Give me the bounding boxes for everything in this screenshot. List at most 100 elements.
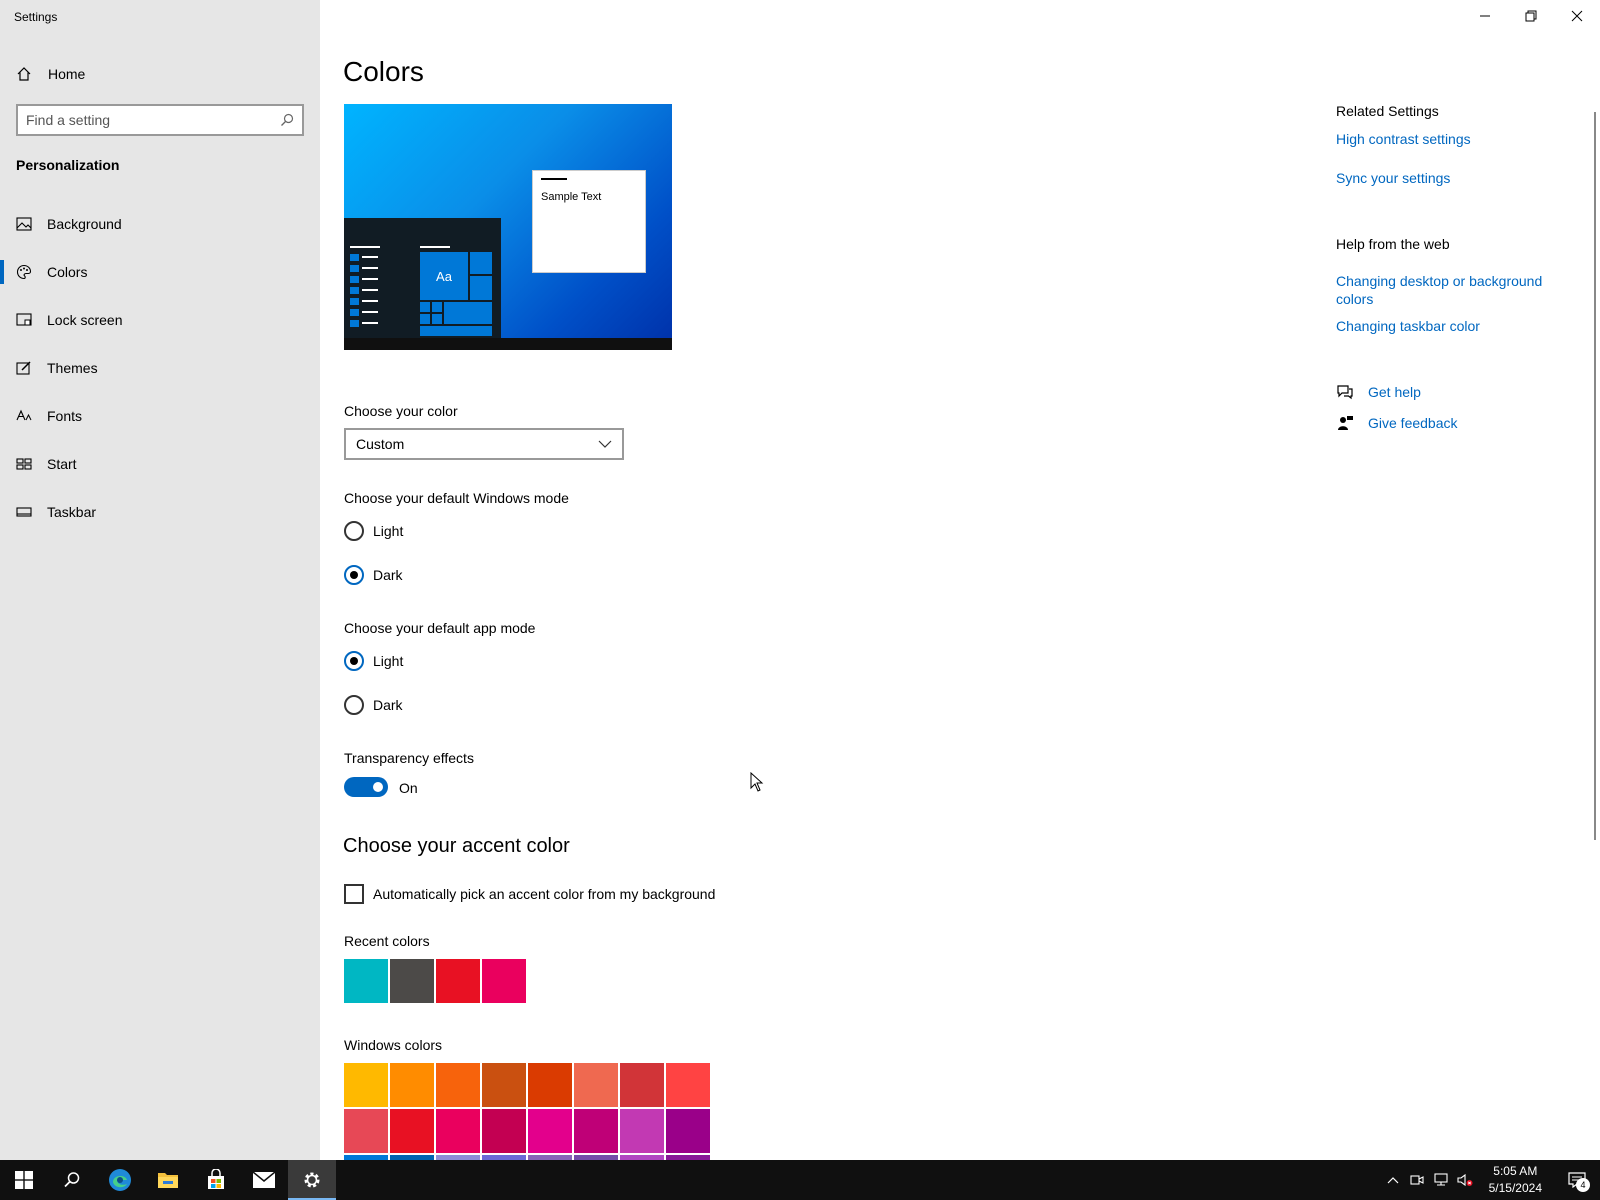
windows-color-swatch[interactable] bbox=[390, 1109, 434, 1153]
windows-color-swatch[interactable] bbox=[666, 1109, 710, 1153]
windows-colors-label: Windows colors bbox=[344, 1037, 443, 1053]
start-button[interactable] bbox=[0, 1160, 48, 1200]
minimize-button[interactable] bbox=[1462, 0, 1508, 32]
windows-color-swatch[interactable] bbox=[482, 1109, 526, 1153]
get-help-link[interactable]: Get help bbox=[1336, 383, 1421, 401]
restore-button[interactable] bbox=[1508, 0, 1554, 32]
windows-color-swatch[interactable] bbox=[620, 1063, 664, 1107]
help-link-desktop-colors[interactable]: Changing desktop or background colors bbox=[1336, 272, 1576, 308]
windows-color-swatch[interactable] bbox=[436, 1109, 480, 1153]
auto-accent-label: Automatically pick an accent color from … bbox=[373, 886, 716, 902]
windows-color-swatch[interactable] bbox=[620, 1109, 664, 1153]
page-title: Colors bbox=[343, 56, 424, 87]
windows-color-swatch[interactable] bbox=[344, 1063, 388, 1107]
sidebar-item-fonts[interactable]: Fonts bbox=[0, 392, 320, 440]
windows-mode-light-radio[interactable]: Light bbox=[344, 521, 403, 541]
windows-color-swatch[interactable] bbox=[528, 1063, 572, 1107]
store-icon bbox=[208, 1169, 224, 1189]
auto-accent-checkbox[interactable]: Automatically pick an accent color from … bbox=[344, 884, 715, 904]
store-button[interactable] bbox=[192, 1160, 240, 1200]
high-contrast-link[interactable]: High contrast settings bbox=[1336, 130, 1576, 148]
app-title: Settings bbox=[14, 10, 58, 24]
windows-color-swatch[interactable] bbox=[436, 1063, 480, 1107]
sidebar-item-label: Themes bbox=[47, 360, 98, 376]
nav-home[interactable]: Home bbox=[16, 62, 85, 86]
preview-sq bbox=[350, 309, 359, 316]
image-icon bbox=[16, 216, 32, 232]
network-button[interactable] bbox=[1429, 1160, 1453, 1200]
search-box[interactable] bbox=[16, 104, 304, 136]
restore-icon bbox=[1525, 10, 1537, 22]
feedback-icon bbox=[1336, 414, 1354, 432]
meet-now-button[interactable] bbox=[1405, 1160, 1429, 1200]
sidebar-item-lock-screen[interactable]: Lock screen bbox=[0, 296, 320, 344]
preview-sample-text: Sample Text bbox=[541, 191, 602, 203]
show-hidden-icons-button[interactable] bbox=[1381, 1160, 1405, 1200]
radio-label: Light bbox=[373, 653, 404, 669]
preview-taskbar bbox=[344, 338, 672, 350]
app-mode-dark-radio[interactable]: Dark bbox=[344, 695, 403, 715]
mail-button[interactable] bbox=[240, 1160, 288, 1200]
windows-color-swatch[interactable] bbox=[528, 1109, 572, 1153]
help-link-taskbar-color[interactable]: Changing taskbar color bbox=[1336, 317, 1576, 335]
give-feedback-link[interactable]: Give feedback bbox=[1336, 414, 1458, 432]
app-mode-light-radio[interactable]: Light bbox=[344, 651, 403, 671]
preview-line bbox=[362, 256, 378, 258]
windows-color-swatch[interactable] bbox=[574, 1063, 618, 1107]
preview-sample-window: Sample Text bbox=[532, 170, 646, 273]
radio-circle-selected bbox=[344, 565, 364, 585]
lock-screen-icon bbox=[16, 312, 32, 328]
windows-mode-dark-radio[interactable]: Dark bbox=[344, 565, 403, 585]
recent-color-swatch[interactable] bbox=[344, 959, 388, 1003]
sidebar-item-label: Taskbar bbox=[47, 504, 97, 520]
radio-label: Light bbox=[373, 523, 404, 539]
section-title: Personalization bbox=[16, 157, 120, 173]
windows-color-swatch[interactable] bbox=[574, 1109, 618, 1153]
sync-settings-link[interactable]: Sync your settings bbox=[1336, 169, 1576, 187]
radio-label: Dark bbox=[373, 697, 403, 713]
preview-line bbox=[362, 322, 378, 324]
preview-sq bbox=[350, 287, 359, 294]
volume-button[interactable] bbox=[1453, 1160, 1477, 1200]
clock-date: 5/15/2024 bbox=[1488, 1181, 1542, 1195]
taskbar-search-button[interactable] bbox=[48, 1160, 96, 1200]
recent-color-swatch[interactable] bbox=[482, 959, 526, 1003]
start-icon bbox=[16, 456, 32, 472]
sidebar-item-start[interactable]: Start bbox=[0, 440, 320, 488]
action-center-button[interactable]: 4 bbox=[1554, 1160, 1600, 1200]
edge-button[interactable] bbox=[96, 1160, 144, 1200]
preview-line bbox=[362, 267, 378, 269]
clock[interactable]: 5:05 AM 5/15/2024 bbox=[1477, 1163, 1554, 1197]
scrollbar[interactable] bbox=[1594, 112, 1596, 840]
search-icon[interactable] bbox=[280, 113, 294, 127]
radio-circle-selected bbox=[344, 651, 364, 671]
related-settings-title: Related Settings bbox=[1336, 103, 1439, 119]
sidebar-item-taskbar[interactable]: Taskbar bbox=[0, 488, 320, 536]
sidebar-item-label: Start bbox=[47, 456, 77, 472]
windows-color-swatch[interactable] bbox=[482, 1063, 526, 1107]
choose-color-dropdown[interactable]: Custom bbox=[344, 428, 624, 460]
file-explorer-button[interactable] bbox=[144, 1160, 192, 1200]
recent-color-swatch[interactable] bbox=[390, 959, 434, 1003]
settings-app-button[interactable] bbox=[288, 1160, 336, 1200]
sidebar-item-themes[interactable]: Themes bbox=[0, 344, 320, 392]
preview-tile-small bbox=[470, 276, 492, 300]
sidebar-item-background[interactable]: Background bbox=[0, 200, 320, 248]
windows-color-swatch[interactable] bbox=[390, 1063, 434, 1107]
speaker-muted-icon bbox=[1457, 1173, 1473, 1187]
close-button[interactable] bbox=[1554, 0, 1600, 32]
transparency-toggle[interactable] bbox=[344, 777, 388, 797]
recent-color-swatch[interactable] bbox=[436, 959, 480, 1003]
windows-colors-row bbox=[344, 1063, 712, 1107]
gear-icon bbox=[304, 1172, 320, 1188]
preview-line bbox=[362, 300, 378, 302]
sidebar-item-label: Background bbox=[47, 216, 122, 232]
sidebar-item-colors[interactable]: Colors bbox=[0, 248, 320, 296]
preview-window-bar bbox=[541, 178, 567, 180]
search-input[interactable] bbox=[26, 112, 280, 128]
windows-color-swatch[interactable] bbox=[666, 1063, 710, 1107]
choose-color-value: Custom bbox=[356, 436, 405, 452]
preview-line bbox=[350, 246, 380, 248]
windows-color-swatch[interactable] bbox=[344, 1109, 388, 1153]
os-taskbar: 5:05 AM 5/15/2024 4 bbox=[0, 1160, 1600, 1200]
